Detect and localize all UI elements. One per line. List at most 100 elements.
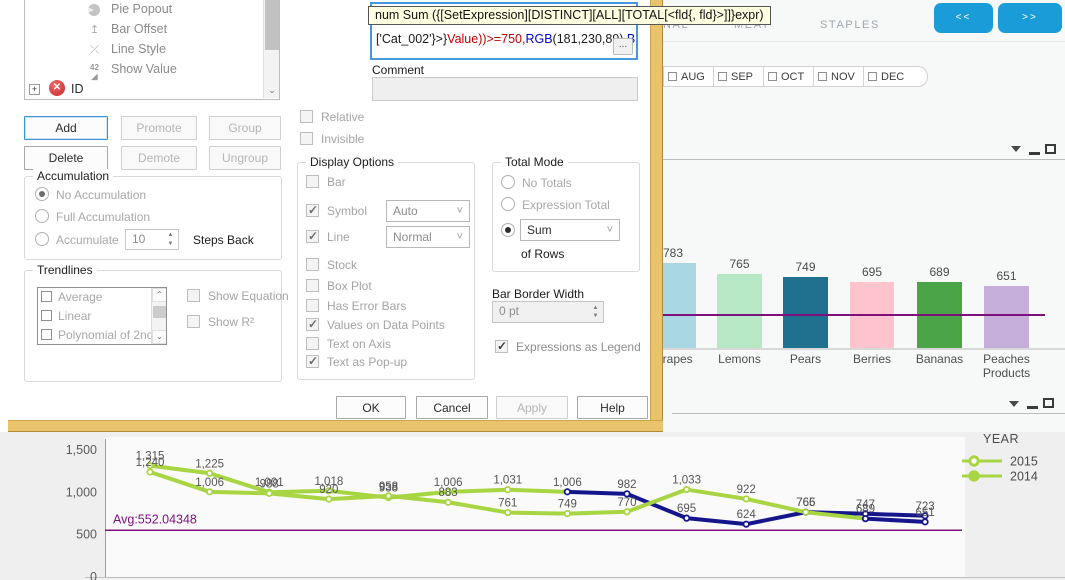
month-item-oct[interactable]: OCT [763,66,813,87]
bar-lemons[interactable] [717,274,762,348]
data-point[interactable] [206,488,214,496]
trendline-polynomial2[interactable]: Polynomial of 2nd d [38,326,166,344]
month-item-aug[interactable]: AUG [663,66,713,87]
symbol-dropdown[interactable]: Auto [386,200,470,222]
pie-icon [88,4,100,16]
total-function-dropdown[interactable]: Sum [520,219,620,241]
delete-button[interactable]: Delete [24,146,108,170]
full-accumulation-radio[interactable] [35,209,49,223]
bar-peaches-products[interactable] [984,286,1029,348]
legend-label-2015[interactable]: 2015 [1010,455,1038,469]
scroll-up-icon[interactable]: ⌃ [152,288,166,302]
has-error-bars-checkbox[interactable] [306,299,319,312]
data-point[interactable] [623,490,631,498]
data-point[interactable] [504,486,512,494]
promote-button[interactable]: Promote [121,116,197,140]
legend-symbol-2015[interactable] [968,455,980,467]
data-point[interactable] [682,485,691,494]
symbol-checkbox[interactable] [306,203,319,217]
trendline-average[interactable]: Average [38,288,166,307]
prev-button[interactable]: << [934,3,993,33]
point-value-label: 1,225 [195,458,224,470]
group-button[interactable]: Group [209,116,281,140]
expressions-as-legend-checkbox[interactable] [495,339,508,353]
line-dropdown[interactable]: Normal [386,226,470,248]
steps-back-stepper[interactable]: 10 ▲ ▼ [125,229,179,250]
trendline-linear[interactable]: Linear [38,307,166,326]
data-point[interactable] [504,508,512,517]
data-point[interactable] [206,469,214,477]
chart-menu-caret-icon[interactable] [1009,401,1019,407]
bar-border-width-stepper[interactable]: 0 pt ▲ ▼ [492,301,604,323]
stock-checkbox[interactable] [306,258,319,271]
data-point[interactable] [921,518,929,526]
comment-input[interactable] [372,77,638,101]
scrollbar-thumb[interactable] [153,306,166,318]
legend-label-2014[interactable]: 2014 [1010,470,1038,484]
scrollbar-thumb[interactable] [265,0,279,50]
values-on-data-points-checkbox[interactable] [306,317,319,331]
data-point[interactable] [563,509,571,518]
ok-button[interactable]: OK [336,396,406,419]
tree-expander-icon[interactable]: + [29,84,40,95]
expression-more-button[interactable]: ... [613,38,633,55]
maximize-icon[interactable] [1045,144,1056,154]
scroll-down-icon[interactable]: ⌄ [264,83,279,98]
box-plot-checkbox[interactable] [306,279,319,292]
spin-down-icon[interactable]: ▼ [590,312,601,320]
month-item-nov[interactable]: NOV [813,66,863,87]
data-point[interactable] [742,520,750,528]
tree-item-line-style[interactable]: ⤫ Line Style [25,40,279,60]
spin-up-icon[interactable]: ▲ [165,231,176,239]
data-point[interactable] [444,498,452,506]
spin-up-icon[interactable]: ▲ [590,304,601,312]
next-button[interactable]: >> [998,3,1062,33]
tab-staples[interactable]: STAPLES [820,19,880,31]
text-on-axis-checkbox[interactable] [306,337,319,350]
data-point[interactable] [146,468,154,476]
tree-item-id[interactable]: ID [71,82,84,96]
help-button[interactable]: Help [577,396,648,419]
minimize-icon[interactable] [1029,152,1040,155]
add-button[interactable]: Add [24,116,108,140]
tree-item-bar-offset[interactable]: ↥ Bar Offset [25,20,279,40]
text-as-popup-checkbox[interactable] [306,354,319,368]
data-point[interactable] [802,508,810,516]
data-point[interactable] [682,514,691,522]
bar-pears[interactable] [783,277,828,348]
expression-total-radio[interactable] [501,197,515,211]
chart-menu-caret-icon[interactable] [1011,146,1021,152]
line-chart[interactable]: 1,5001,00050001,3151,2251,001 1,018938 1,0… [0,425,1065,580]
tree-item-show-value[interactable]: 42 ◢ Show Value [25,60,279,81]
line-checkbox[interactable] [306,229,319,243]
accumulate-radio[interactable] [35,232,49,246]
data-point[interactable] [742,495,750,503]
apply-button[interactable]: Apply [496,396,568,419]
ungroup-button[interactable]: Ungroup [209,146,281,170]
relative-checkbox[interactable] [300,110,313,123]
data-point[interactable] [325,495,333,503]
maximize-icon[interactable] [1043,398,1054,408]
data-point[interactable] [623,508,631,516]
data-point[interactable] [265,489,273,497]
month-item-dec[interactable]: DEC [863,66,913,87]
legend-symbol-2014[interactable] [968,470,980,482]
sum-of-rows-radio[interactable] [501,223,515,237]
tree-scrollbar[interactable]: ⌄ [263,0,279,98]
month-item-sep[interactable]: SEP [713,66,763,87]
bar-checkbox[interactable] [306,175,319,188]
scroll-down-icon[interactable]: ⌄ [152,330,166,344]
demote-button[interactable]: Demote [121,146,197,170]
show-equation-checkbox[interactable] [187,289,200,302]
spin-down-icon[interactable]: ▼ [165,240,176,248]
data-point[interactable] [861,515,870,523]
cancel-button[interactable]: Cancel [416,396,488,419]
no-totals-radio[interactable] [501,175,515,189]
minimize-icon[interactable] [1027,406,1038,409]
trendlines-scrollbar[interactable]: ⌃ ⌄ [151,288,166,344]
invisible-checkbox[interactable] [300,132,313,145]
show-r2-checkbox[interactable] [187,315,200,328]
no-accumulation-radio[interactable] [35,187,49,201]
tree-item-pie-popout[interactable]: Pie Popout [25,0,279,20]
data-point[interactable] [563,488,571,496]
